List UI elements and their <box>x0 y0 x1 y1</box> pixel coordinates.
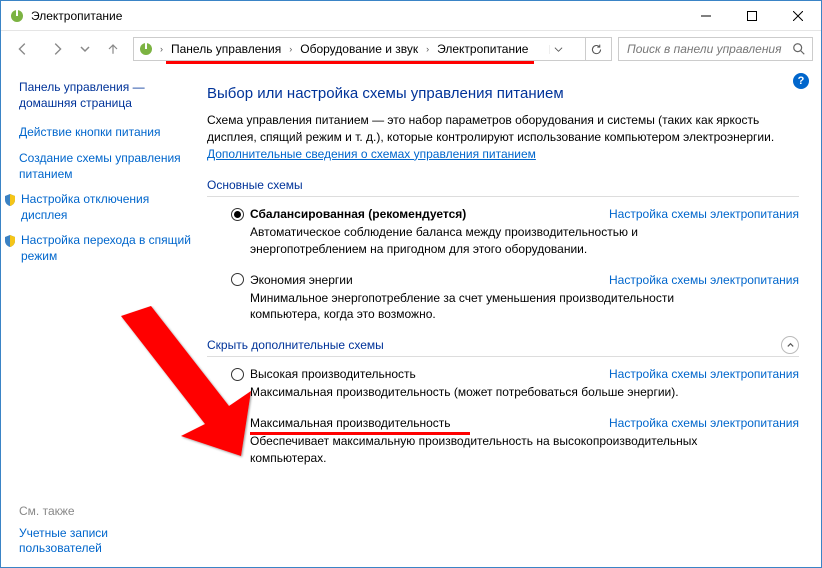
annotation-underline <box>250 432 470 435</box>
window: Электропитание › Панель у <box>0 0 822 568</box>
plan-name[interactable]: Максимальная производительность <box>250 416 451 430</box>
plan-desc: Минимальное энергопотребление за счет ум… <box>250 290 720 322</box>
see-also-section: См. также Учетные записи пользователей <box>19 504 191 557</box>
chevron-right-icon[interactable]: › <box>424 44 431 54</box>
body: Панель управления — домашняя страница Де… <box>1 67 821 567</box>
radio-saver[interactable] <box>231 273 244 286</box>
minimize-button[interactable] <box>683 1 729 31</box>
history-dropdown[interactable] <box>77 35 93 63</box>
sidebar-link-label: Настройка отключения дисплея <box>21 192 191 223</box>
plan-settings-link[interactable]: Настройка схемы электропитания <box>609 416 799 430</box>
sidebar-link-label: Настройка перехода в спящий режим <box>21 233 191 264</box>
radio-balanced[interactable] <box>231 208 244 221</box>
page-heading: Выбор или настройка схемы управления пит… <box>207 85 799 102</box>
power-plan-saver: Экономия энергии Настройка схемы электро… <box>231 273 799 322</box>
app-icon <box>9 8 25 24</box>
section-header-basic: Основные схемы <box>207 178 799 192</box>
control-panel-home-link[interactable]: Панель управления — домашняя страница <box>19 79 191 111</box>
back-button[interactable] <box>9 35 37 63</box>
power-plan-high-perf: Высокая производительность Настройка схе… <box>231 367 799 400</box>
shield-icon <box>3 234 17 248</box>
plan-name[interactable]: Экономия энергии <box>250 273 353 287</box>
window-title: Электропитание <box>31 9 122 23</box>
help-icon[interactable]: ? <box>793 73 809 89</box>
chevron-right-icon[interactable]: › <box>158 44 165 54</box>
breadcrumb-segment[interactable]: Оборудование и звук <box>298 41 420 57</box>
power-plan-balanced: Сбалансированная (рекомендуется) Настрой… <box>231 207 799 256</box>
forward-button[interactable] <box>43 35 71 63</box>
divider <box>207 356 799 357</box>
plan-settings-link[interactable]: Настройка схемы электропитания <box>609 207 799 221</box>
address-bar[interactable]: › Панель управления › Оборудование и зву… <box>133 37 612 61</box>
chevron-right-icon[interactable]: › <box>287 44 294 54</box>
plan-desc: Обеспечивает максимальную производительн… <box>250 433 720 465</box>
sidebar-link[interactable]: Действие кнопки питания <box>19 125 191 141</box>
close-button[interactable] <box>775 1 821 31</box>
shield-icon <box>3 193 17 207</box>
radio-high-perf[interactable] <box>231 368 244 381</box>
annotation-underline <box>166 61 534 64</box>
plan-desc: Автоматическое соблюдение баланса между … <box>250 224 720 256</box>
intro-text: Схема управления питанием — это набор па… <box>207 112 799 162</box>
power-plan-ultimate-perf: Максимальная производительность Настройк… <box>231 416 799 465</box>
toolbar: › Панель управления › Оборудование и зву… <box>1 31 821 67</box>
breadcrumb-segment[interactable]: Электропитание <box>435 41 530 57</box>
sidebar-link[interactable]: Создание схемы управления питанием <box>19 151 191 182</box>
plan-desc: Максимальная производительность (может п… <box>250 384 720 400</box>
section-header-extra[interactable]: Скрыть дополнительные схемы <box>207 338 799 352</box>
address-dropdown[interactable] <box>549 45 567 54</box>
search-input[interactable] <box>625 41 786 57</box>
sidebar: Панель управления — домашняя страница Де… <box>1 67 197 567</box>
see-also-link[interactable]: Учетные записи пользователей <box>19 526 191 557</box>
sidebar-link[interactable]: Настройка отключения дисплея <box>3 192 191 223</box>
plan-settings-link[interactable]: Настройка схемы электропитания <box>609 367 799 381</box>
titlebar: Электропитание <box>1 1 821 31</box>
divider <box>207 196 799 197</box>
refresh-button[interactable] <box>585 38 607 60</box>
main-content: ? Выбор или настройка схемы управления п… <box>197 67 821 567</box>
intro-link[interactable]: Дополнительные сведения о схемах управле… <box>207 147 536 161</box>
breadcrumb-segment[interactable]: Панель управления <box>169 41 283 57</box>
sidebar-link[interactable]: Настройка перехода в спящий режим <box>3 233 191 264</box>
plan-settings-link[interactable]: Настройка схемы электропитания <box>609 273 799 287</box>
location-icon <box>138 41 154 57</box>
maximize-button[interactable] <box>729 1 775 31</box>
see-also-title: См. также <box>19 504 191 518</box>
radio-ultimate-perf[interactable] <box>231 417 244 430</box>
search-box[interactable] <box>618 37 813 61</box>
up-button[interactable] <box>99 35 127 63</box>
collapse-icon[interactable] <box>781 336 799 354</box>
search-icon[interactable] <box>792 42 806 56</box>
plan-name[interactable]: Сбалансированная (рекомендуется) <box>250 207 466 221</box>
plan-name[interactable]: Высокая производительность <box>250 367 416 381</box>
